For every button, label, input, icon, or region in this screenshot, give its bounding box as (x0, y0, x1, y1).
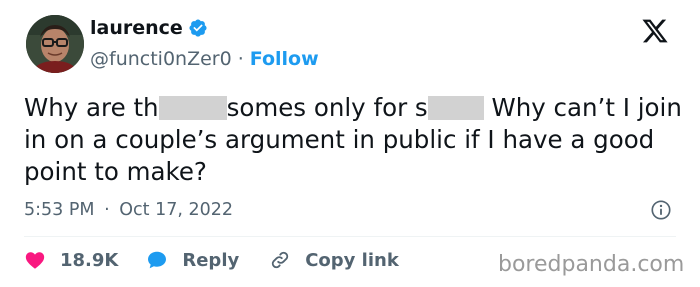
copy-link-label: Copy link (305, 249, 399, 271)
tweet-text: Why are th somes only for s Why can’t I j… (24, 92, 684, 188)
reply-button[interactable]: Reply (146, 249, 239, 271)
reply-bubble-icon (148, 251, 167, 269)
like-button[interactable]: 18.9K (24, 249, 118, 271)
action-bar: 18.9K Reply Copy link (24, 247, 399, 273)
tweet-timestamp[interactable]: 5:53 PM · Oct 17, 2022 (24, 200, 233, 220)
link-icon (272, 251, 289, 269)
like-count: 18.9K (60, 249, 119, 271)
author-display-name[interactable]: laurence (90, 17, 183, 39)
tweet-text-part-1: Why are th (24, 93, 159, 122)
author-handle-row: @functi0nZer0 · Follow (90, 48, 319, 70)
redaction-block (158, 96, 227, 120)
divider (24, 236, 676, 237)
avatar[interactable] (26, 15, 84, 73)
follow-button[interactable]: Follow (250, 48, 319, 70)
author-name-row: laurence (90, 17, 208, 39)
tweet-time: 5:53 PM (24, 200, 95, 220)
watermark: boredpanda.com (498, 252, 685, 277)
reply-label: Reply (182, 249, 240, 271)
timestamp-separator: · (104, 200, 110, 220)
tweet-date: Oct 17, 2022 (119, 200, 233, 220)
verified-badge-icon (189, 19, 207, 37)
info-icon[interactable] (650, 199, 672, 221)
tweet-text-part-2: somes only for s (226, 93, 428, 122)
x-logo-icon[interactable] (641, 17, 669, 45)
heart-icon (25, 252, 45, 269)
avatar-photo (26, 15, 84, 73)
author-handle[interactable]: @functi0nZer0 (90, 48, 232, 70)
copy-link-button[interactable]: Copy link (269, 249, 399, 271)
handle-separator: · (237, 48, 244, 70)
redaction-block (427, 96, 484, 120)
